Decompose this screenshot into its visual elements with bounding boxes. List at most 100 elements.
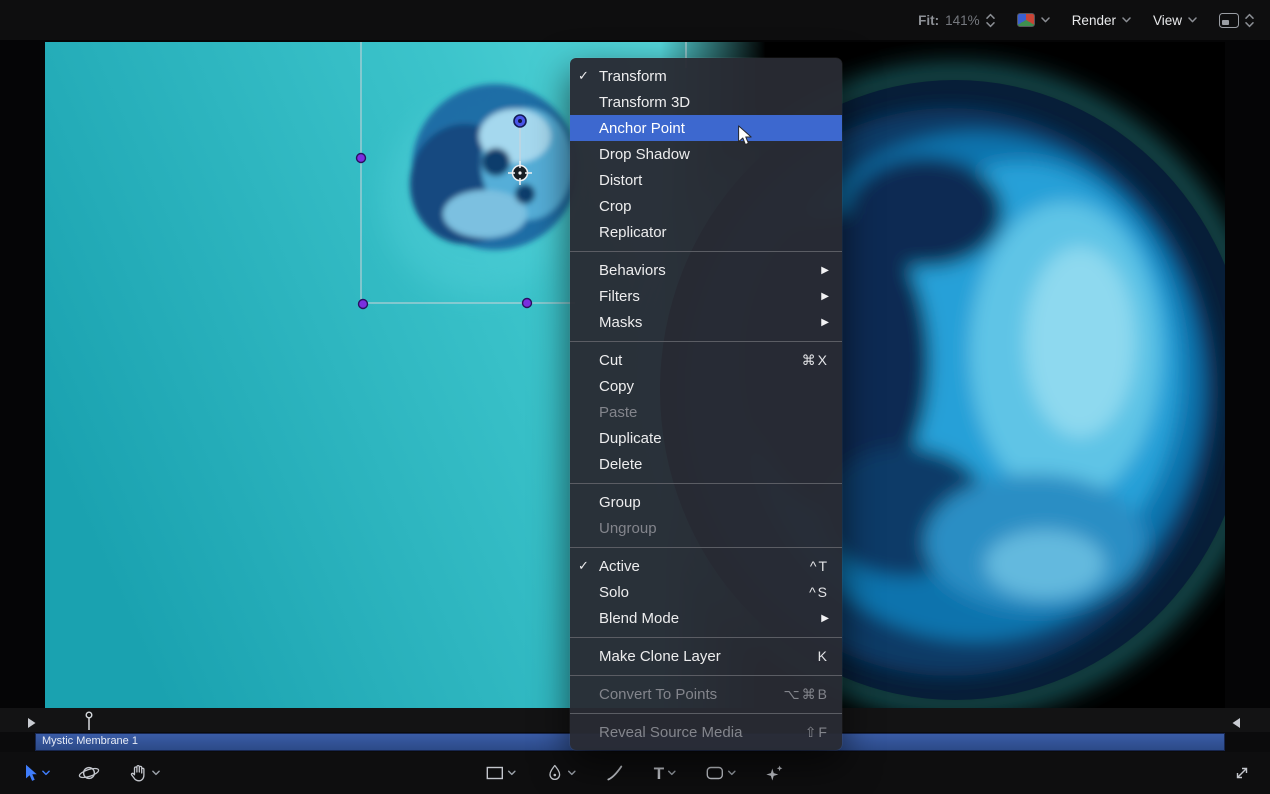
menu-item-label: Replicator [599,224,829,241]
menu-item-label: Anchor Point [599,120,829,137]
color-channels-icon [1017,13,1035,27]
menu-item-label: Solo [599,584,809,601]
timeline-in-marker-icon[interactable] [28,715,36,733]
menu-item-label: Paste [599,404,829,421]
menu-item-crop[interactable]: Crop [570,193,842,219]
menu-separator [570,637,842,638]
menu-item-drop-shadow[interactable]: Drop Shadow [570,141,842,167]
viewer-toolbar-controls: Fit: 141% Render View [918,0,1254,40]
layout-icon [1219,13,1239,28]
timeline-out-marker-icon[interactable] [1232,715,1240,733]
submenu-arrow-icon: ▶ [821,265,829,276]
menu-item-label: Transform [599,68,829,85]
chevron-down-icon [1041,17,1050,23]
chevron-down-icon [1188,17,1197,23]
menu-item-label: Delete [599,456,829,473]
chevron-down-icon[interactable] [152,770,160,776]
menu-item-paste: Paste [570,399,842,425]
layout-stepper-icon[interactable] [1245,13,1254,28]
menu-item-solo[interactable]: Solo^S [570,579,842,605]
menu-item-active[interactable]: ✓Active^T [570,553,842,579]
menu-separator [570,341,842,342]
menu-item-label: Blend Mode [599,610,821,627]
context-menu: ✓Transform Transform 3D Anchor Point Drop S… [570,58,842,750]
submenu-arrow-icon: ▶ [821,317,829,328]
adjust-glyph-wand-tool[interactable] [766,764,784,782]
menu-item-label: Transform 3D [599,94,829,111]
rectangle-shape-tool[interactable] [486,766,516,780]
paint-stroke-tool[interactable] [606,764,624,782]
expand-timeline-icon[interactable] [1234,765,1250,781]
menu-item-transform-3d[interactable]: Transform 3D [570,89,842,115]
menu-item-label: Cut [599,352,802,369]
bezier-mask-tool[interactable] [546,764,576,782]
shape-tool[interactable] [706,766,736,780]
3d-transform-tool[interactable] [78,763,100,783]
menu-item-masks[interactable]: Masks▶ [570,309,842,335]
menu-item-duplicate[interactable]: Duplicate [570,425,842,451]
menu-item-behaviors[interactable]: Behaviors▶ [570,257,842,283]
chevron-down-icon[interactable] [728,770,736,776]
menu-item-label: Ungroup [599,520,829,537]
fit-label: Fit: [918,13,939,28]
menu-item-cut[interactable]: Cut⌘X [570,347,842,373]
menu-item-group[interactable]: Group [570,489,842,515]
menu-item-distort[interactable]: Distort [570,167,842,193]
menu-item-label: Duplicate [599,430,829,447]
canvas-toolbar: T [0,752,1270,794]
select-transform-tool[interactable] [24,764,50,782]
view-menu[interactable]: View [1153,13,1197,28]
menu-shortcut: ⌥⌘B [784,686,829,703]
menu-separator [570,713,842,714]
menu-separator [570,547,842,548]
text-tool[interactable]: T [654,765,676,782]
render-label: Render [1072,13,1116,28]
menu-item-label: Crop [599,198,829,215]
menu-item-blend-mode[interactable]: Blend Mode▶ [570,605,842,631]
menu-shortcut: ⇧F [805,724,829,741]
menu-shortcut: ⌘X [802,352,829,369]
chevron-down-icon[interactable] [568,770,576,776]
menu-shortcut: K [818,648,829,664]
menu-item-anchor-point[interactable]: Anchor Point [570,115,842,141]
fit-stepper-icon[interactable] [986,13,995,28]
menu-item-make-clone-layer[interactable]: Make Clone LayerK [570,643,842,669]
menu-item-replicator[interactable]: Replicator [570,219,842,245]
menu-shortcut: ^S [809,584,829,600]
menu-item-delete[interactable]: Delete [570,451,842,477]
text-tool-glyph: T [654,765,664,782]
chevron-down-icon [1122,17,1131,23]
menu-item-label: Copy [599,378,829,395]
layer-bar-label: Mystic Membrane 1 [42,735,138,747]
menu-item-label: Active [599,558,810,575]
menu-item-label: Masks [599,314,821,331]
menu-item-label: Convert To Points [599,686,784,703]
menu-item-copy[interactable]: Copy [570,373,842,399]
menu-item-filters[interactable]: Filters▶ [570,283,842,309]
viewer-toolbar: Fit: 141% Render View [0,0,1270,40]
pan-hand-tool[interactable] [128,763,160,783]
menu-separator [570,483,842,484]
fit-zoom-control[interactable]: Fit: 141% [918,13,995,28]
channels-menu[interactable] [1017,13,1050,27]
menu-separator [570,251,842,252]
menu-item-label: Reveal Source Media [599,724,805,741]
render-menu[interactable]: Render [1072,13,1131,28]
menu-item-label: Make Clone Layer [599,648,818,665]
fit-value: 141% [945,13,980,28]
window-layout-control[interactable] [1219,13,1254,28]
menu-item-transform[interactable]: ✓Transform [570,63,842,89]
menu-item-label: Distort [599,172,829,189]
menu-separator [570,675,842,676]
chevron-down-icon[interactable] [508,770,516,776]
chevron-down-icon[interactable] [42,770,50,776]
menu-shortcut: ^T [810,558,829,574]
chevron-down-icon[interactable] [668,770,676,776]
menu-item-label: Drop Shadow [599,146,829,163]
submenu-arrow-icon: ▶ [821,291,829,302]
menu-item-reveal-source-media: Reveal Source Media⇧F [570,719,842,745]
checkmark-icon: ✓ [578,68,599,84]
menu-item-ungroup: Ungroup [570,515,842,541]
menu-item-label: Filters [599,288,821,305]
mouse-cursor-icon [737,125,753,152]
